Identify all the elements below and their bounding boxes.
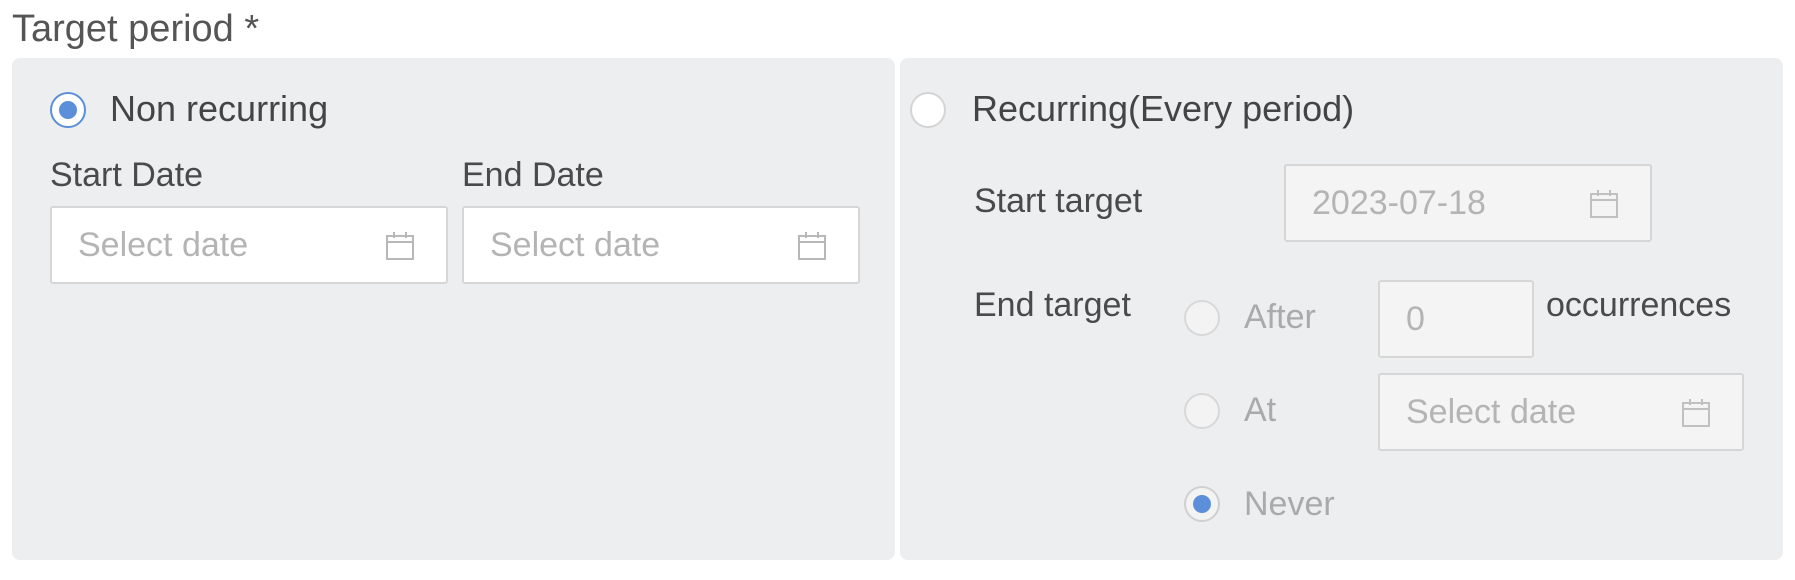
calendar-icon[interactable] — [384, 230, 416, 262]
calendar-icon[interactable] — [1680, 397, 1712, 429]
end-after-label: After — [1244, 298, 1316, 336]
end-never-label: Never — [1244, 485, 1335, 523]
calendar-icon[interactable] — [796, 230, 828, 262]
start-target-label: Start target — [974, 182, 1143, 220]
end-at-placeholder: Select date — [1406, 393, 1577, 431]
non-recurring-label: Non recurring — [110, 88, 329, 129]
recurring-radio[interactable] — [910, 92, 946, 128]
end-at-label: At — [1244, 391, 1277, 429]
end-at-date-input[interactable]: Select date — [1378, 373, 1744, 451]
start-date-label: Start Date — [50, 156, 204, 194]
start-target-value: 2023-07-18 — [1312, 184, 1486, 222]
start-date-input[interactable]: Select date — [50, 206, 448, 284]
recurring-label: Recurring(Every period) — [972, 88, 1355, 129]
end-at-radio[interactable] — [1184, 393, 1220, 429]
non-recurring-radio[interactable] — [50, 92, 86, 128]
occurrences-suffix: occurrences — [1546, 286, 1732, 324]
recurring-panel: Recurring(Every period) Start target 202… — [900, 58, 1783, 560]
non-recurring-panel: Non recurring Start Date End Date Select… — [12, 58, 895, 560]
end-after-radio[interactable] — [1184, 300, 1220, 336]
start-date-placeholder: Select date — [78, 226, 249, 264]
start-target-input[interactable]: 2023-07-18 — [1284, 164, 1652, 242]
end-target-label: End target — [974, 286, 1131, 324]
occurrences-value: 0 — [1406, 300, 1425, 338]
end-date-label: End Date — [462, 156, 604, 194]
end-never-radio[interactable] — [1184, 486, 1220, 522]
occurrences-input[interactable]: 0 — [1378, 280, 1534, 358]
end-date-input[interactable]: Select date — [462, 206, 860, 284]
calendar-icon[interactable] — [1588, 188, 1620, 220]
field-label: Target period * — [12, 8, 260, 50]
end-date-placeholder: Select date — [490, 226, 661, 264]
